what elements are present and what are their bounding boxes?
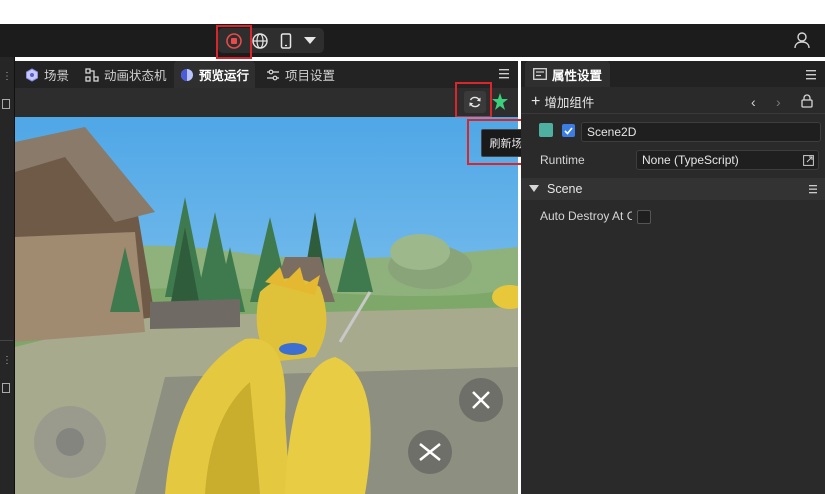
inspector-tab-bar: 属性设置 bbox=[521, 61, 825, 87]
inspector-menu-button[interactable] bbox=[806, 68, 816, 83]
tab-preview[interactable]: 预览运行 bbox=[174, 61, 256, 88]
settings-icon bbox=[267, 69, 279, 80]
runtime-value: None (TypeScript) bbox=[642, 153, 739, 167]
lock-button[interactable] bbox=[801, 94, 813, 111]
tab-scene-label: 场景 bbox=[44, 69, 70, 83]
scene-section-header[interactable]: Scene bbox=[521, 178, 825, 200]
section-menu-icon[interactable] bbox=[809, 183, 817, 195]
preview-sub-toolbar bbox=[15, 88, 518, 117]
tab-scene[interactable]: 场景 bbox=[19, 61, 75, 88]
node-type-icon bbox=[539, 123, 553, 137]
tab-project-settings-label: 项目设置 bbox=[285, 69, 336, 83]
scene-section-title: Scene bbox=[547, 182, 583, 196]
preview-icon bbox=[181, 68, 193, 81]
state-machine-icon bbox=[85, 67, 99, 82]
tab-project-settings[interactable]: 项目设置 bbox=[260, 61, 341, 88]
highlight-stop-button bbox=[216, 25, 252, 59]
nav-forward-button[interactable]: › bbox=[776, 94, 781, 110]
tab-state-machine-label: 动画状态机 bbox=[104, 69, 167, 83]
collapse-icon bbox=[529, 185, 539, 192]
scene-icon bbox=[26, 67, 38, 82]
green-run-icon bbox=[492, 93, 508, 110]
node-name-value: Scene2D bbox=[587, 125, 637, 139]
preview-mode-dropdown[interactable] bbox=[298, 28, 322, 53]
tab-inspector[interactable]: 属性设置 bbox=[525, 61, 611, 87]
chevron-right-icon: › bbox=[776, 94, 781, 110]
device-preview-button[interactable] bbox=[274, 28, 298, 53]
chevron-down-icon bbox=[304, 36, 316, 44]
left-panel-icon[interactable] bbox=[2, 99, 10, 109]
globe-icon bbox=[252, 32, 268, 49]
check-icon bbox=[564, 126, 573, 135]
menu-icon bbox=[499, 69, 509, 79]
divider bbox=[521, 113, 825, 114]
center-panel-menu-button[interactable] bbox=[499, 67, 509, 82]
node-name-input[interactable]: Scene2D bbox=[581, 122, 821, 142]
top-toolbar bbox=[0, 24, 825, 57]
phone-icon bbox=[280, 32, 292, 49]
menu-icon bbox=[806, 70, 816, 80]
runtime-label: Runtime bbox=[540, 153, 585, 167]
tab-preview-label: 预览运行 bbox=[199, 69, 250, 83]
runtime-field[interactable]: None (TypeScript) bbox=[636, 150, 819, 170]
inspector-icon bbox=[533, 68, 547, 80]
physics-debug-button[interactable] bbox=[490, 92, 510, 115]
game-preview-viewport[interactable] bbox=[15, 117, 518, 494]
auto-destroy-checkbox[interactable] bbox=[637, 210, 651, 224]
lock-icon bbox=[801, 94, 813, 108]
left-divider bbox=[0, 340, 13, 341]
left-menu-icon-2[interactable]: ⋮ bbox=[2, 355, 12, 366]
center-tab-bar: 场景 动画状态机 预览运行 项目设置 bbox=[15, 61, 518, 88]
open-script-icon[interactable] bbox=[803, 155, 814, 166]
chevron-left-icon: ‹ bbox=[751, 94, 756, 110]
user-icon bbox=[794, 32, 810, 49]
highlight-refresh-button bbox=[455, 82, 492, 118]
top-margin bbox=[0, 0, 825, 24]
left-panel-icon-2[interactable] bbox=[2, 383, 10, 393]
tab-inspector-label: 属性设置 bbox=[552, 68, 603, 83]
add-component-label: 增加组件 bbox=[544, 96, 595, 110]
user-account-button[interactable] bbox=[793, 31, 811, 49]
node-active-checkbox[interactable] bbox=[562, 124, 575, 137]
tab-state-machine[interactable]: 动画状态机 bbox=[79, 61, 173, 88]
nav-back-button[interactable]: ‹ bbox=[751, 94, 756, 110]
add-component-button[interactable]: + 增加组件 bbox=[531, 92, 594, 111]
game-scene-render bbox=[15, 117, 518, 494]
left-collapsed-panel: ⋮ ⋮ bbox=[0, 57, 15, 494]
plus-icon: + bbox=[531, 92, 541, 110]
auto-destroy-label: Auto Destroy At C bbox=[540, 209, 632, 223]
left-menu-icon[interactable]: ⋮ bbox=[2, 71, 12, 82]
inspector-panel: 属性设置 + 增加组件 ‹ › Scene2D Runtime None (Ty… bbox=[521, 61, 825, 494]
